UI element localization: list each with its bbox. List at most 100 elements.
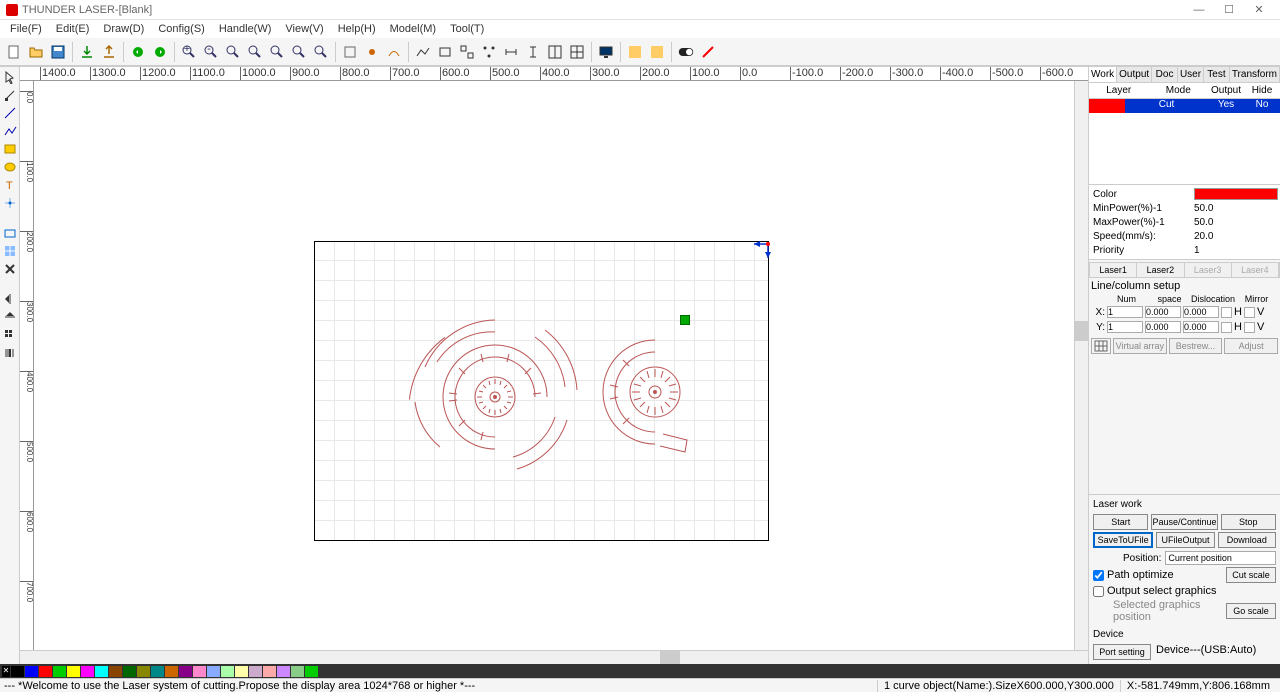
color-violet[interactable]: [277, 666, 290, 677]
color-ltyellow[interactable]: [235, 666, 248, 677]
zoom-out-button[interactable]: -: [201, 42, 221, 62]
adjust-button[interactable]: Adjust: [1224, 338, 1278, 354]
array-y-disloc[interactable]: [1183, 321, 1219, 333]
grid-icon[interactable]: [340, 42, 360, 62]
ellipse-tool[interactable]: [2, 159, 18, 175]
menu-view[interactable]: View(V): [279, 23, 329, 35]
ufileoutput-button[interactable]: UFileOutput: [1156, 532, 1214, 548]
layout-icon[interactable]: [545, 42, 565, 62]
outsel-check[interactable]: [1093, 586, 1104, 597]
scrollbar-vertical[interactable]: [1074, 81, 1088, 650]
maxpower-value[interactable]: 50.0: [1194, 217, 1278, 228]
zoom-in-button[interactable]: +: [179, 42, 199, 62]
snap-icon[interactable]: [362, 42, 382, 62]
curve-icon[interactable]: [384, 42, 404, 62]
tab-output[interactable]: Output: [1117, 67, 1152, 82]
export-button[interactable]: [99, 42, 119, 62]
color-red[interactable]: [39, 666, 52, 677]
menu-file[interactable]: File(F): [4, 23, 48, 35]
import-button[interactable]: [77, 42, 97, 62]
table-icon[interactable]: [567, 42, 587, 62]
line-tool[interactable]: [2, 105, 18, 121]
array-y-space[interactable]: [1145, 321, 1181, 333]
layer-mode[interactable]: Cut: [1125, 99, 1208, 113]
array-x-disloc[interactable]: [1183, 306, 1219, 318]
layer-hide[interactable]: No: [1244, 99, 1280, 113]
capture-tool[interactable]: [2, 225, 18, 241]
point-tool[interactable]: [2, 195, 18, 211]
tab-test[interactable]: Test: [1204, 67, 1230, 82]
mirror-h-tool[interactable]: [2, 291, 18, 307]
color-black[interactable]: [11, 666, 24, 677]
hmeasure-icon[interactable]: [501, 42, 521, 62]
color-blue[interactable]: [25, 666, 38, 677]
undo-button[interactable]: [128, 42, 148, 62]
delete-tool[interactable]: [2, 261, 18, 277]
text-tool[interactable]: T: [2, 177, 18, 193]
color-lime[interactable]: [305, 666, 318, 677]
menu-handle[interactable]: Handle(W): [213, 23, 278, 35]
close-button[interactable]: ✕: [1244, 3, 1274, 16]
layer-output[interactable]: Yes: [1208, 99, 1244, 113]
menu-edit[interactable]: Edit(E): [50, 23, 96, 35]
portsetting-button[interactable]: Port setting: [1093, 644, 1151, 660]
maximize-button[interactable]: ☐: [1214, 3, 1244, 16]
color-orange[interactable]: [165, 666, 178, 677]
position-select[interactable]: Current position: [1165, 551, 1276, 565]
process1-icon[interactable]: [625, 42, 645, 62]
priority-value[interactable]: 1: [1194, 245, 1278, 256]
tab-user[interactable]: User: [1178, 67, 1204, 82]
rect-tool[interactable]: [2, 141, 18, 157]
polyline-icon[interactable]: [413, 42, 433, 62]
array-x-space[interactable]: [1145, 306, 1181, 318]
redo-button[interactable]: [150, 42, 170, 62]
menu-draw[interactable]: Draw(D): [97, 23, 150, 35]
stop-button[interactable]: Stop: [1221, 514, 1276, 530]
array-x-num[interactable]: [1107, 306, 1143, 318]
group-icon[interactable]: [457, 42, 477, 62]
download-button[interactable]: Download: [1218, 532, 1276, 548]
select-tool[interactable]: [2, 69, 18, 85]
laser2-tab[interactable]: Laser2: [1137, 263, 1184, 277]
color-brown[interactable]: [109, 666, 122, 677]
tab-transform[interactable]: Transform: [1230, 67, 1280, 82]
mirror-h-check-y[interactable]: [1221, 322, 1232, 333]
menu-tool[interactable]: Tool(T): [444, 23, 490, 35]
laser1-tab[interactable]: Laser1: [1090, 263, 1137, 277]
color-lavender[interactable]: [249, 666, 262, 677]
zoom-all-button[interactable]: [245, 42, 265, 62]
menu-model[interactable]: Model(M): [384, 23, 442, 35]
color-magenta[interactable]: [81, 666, 94, 677]
color-value[interactable]: [1194, 188, 1278, 200]
color-dkgreen[interactable]: [123, 666, 136, 677]
mirror-v-tool[interactable]: [2, 309, 18, 325]
color-salmon[interactable]: [263, 666, 276, 677]
pathopt-check[interactable]: [1093, 570, 1104, 581]
tab-work[interactable]: Work: [1089, 67, 1117, 82]
mirror-h-check[interactable]: [1221, 307, 1232, 318]
color-purple[interactable]: [179, 666, 192, 677]
polyline-tool[interactable]: [2, 123, 18, 139]
open-button[interactable]: [26, 42, 46, 62]
color-cyan[interactable]: [95, 666, 108, 677]
mirror-v-check-y[interactable]: [1244, 322, 1255, 333]
cutscale-button[interactable]: Cut scale: [1226, 567, 1276, 583]
grid-tool[interactable]: [2, 243, 18, 259]
monitor-icon[interactable]: [596, 42, 616, 62]
color-sage[interactable]: [291, 666, 304, 677]
zoom-window-button[interactable]: [223, 42, 243, 62]
savetoufile-button[interactable]: SaveToUFile: [1093, 532, 1153, 548]
color-ltgreen[interactable]: [221, 666, 234, 677]
array-y-num[interactable]: [1107, 321, 1143, 333]
menu-help[interactable]: Help(H): [332, 23, 382, 35]
laser-toggle-icon[interactable]: [676, 42, 696, 62]
save-button[interactable]: [48, 42, 68, 62]
layer-row-1[interactable]: Cut Yes No: [1089, 99, 1280, 113]
start-button[interactable]: Start: [1093, 514, 1148, 530]
color-olive[interactable]: [137, 666, 150, 677]
node-tool[interactable]: [2, 87, 18, 103]
speed-value[interactable]: 20.0: [1194, 231, 1278, 242]
pause-button[interactable]: Pause/Continue: [1151, 514, 1217, 530]
color-green[interactable]: [53, 666, 66, 677]
vmeasure-icon[interactable]: [523, 42, 543, 62]
